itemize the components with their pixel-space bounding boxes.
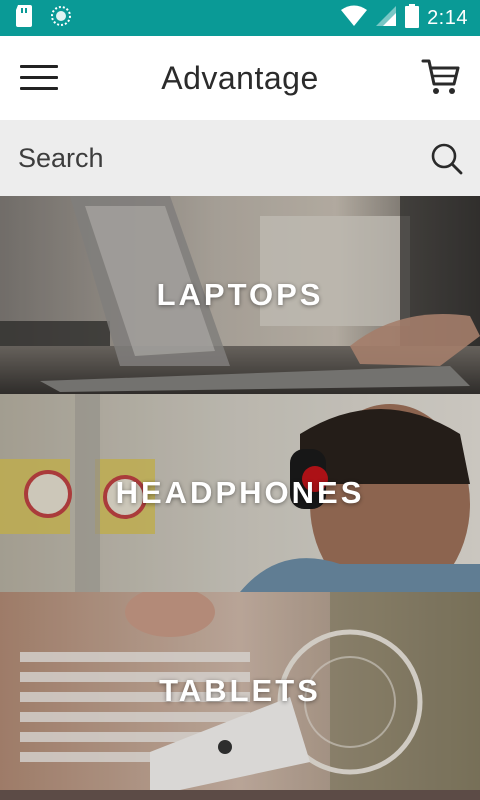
app-title: Advantage	[161, 60, 319, 96]
search-bar	[0, 120, 480, 196]
sync-icon	[50, 5, 72, 32]
battery-icon	[405, 3, 420, 33]
shopping-cart-icon[interactable]	[420, 56, 462, 98]
category-label: TABLETS	[159, 673, 321, 708]
app-bar: Advantage	[0, 36, 480, 120]
category-tablets[interactable]: TABLETS	[0, 592, 480, 790]
status-bar: 2:14	[0, 0, 480, 36]
sd-card-icon	[14, 4, 34, 33]
category-label: LAPTOPS	[156, 277, 324, 312]
category-headphones[interactable]: HEADPHONES	[0, 394, 480, 592]
wifi-icon	[341, 5, 368, 32]
search-input[interactable]	[18, 138, 408, 178]
signal-icon	[375, 5, 397, 32]
search-icon[interactable]	[430, 142, 464, 176]
category-label: HEADPHONES	[115, 475, 365, 510]
status-time: 2:14	[427, 6, 468, 29]
category-laptops[interactable]: LAPTOPS	[0, 196, 480, 394]
next-category-edge	[0, 790, 480, 800]
